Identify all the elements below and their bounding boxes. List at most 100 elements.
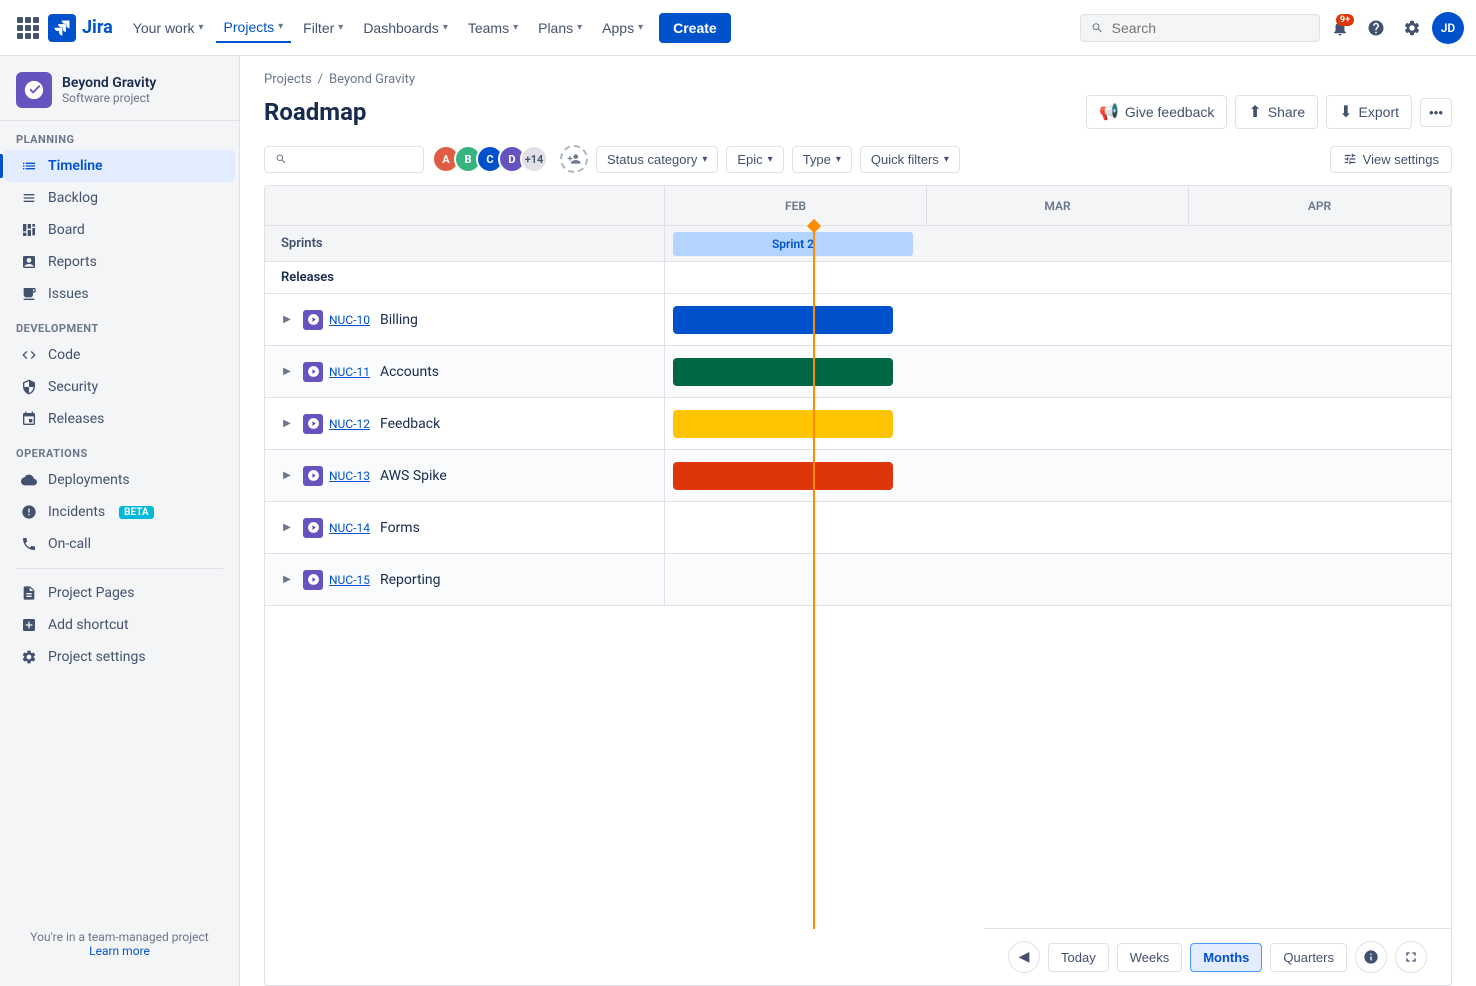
project-name: Beyond Gravity: [62, 75, 156, 91]
project-settings-icon: [20, 648, 38, 666]
gantt-bar-NUC-11[interactable]: [673, 358, 893, 386]
sidebar-item-code[interactable]: Code: [4, 339, 235, 371]
sidebar-item-deployments[interactable]: Deployments: [4, 464, 235, 496]
ops-section-label: OPERATIONS: [0, 435, 239, 464]
sidebar-item-security[interactable]: Security: [4, 371, 235, 403]
issue-name-NUC-13: AWS Spike: [380, 468, 447, 484]
sidebar-item-incidents[interactable]: Incidents BETA: [4, 496, 235, 528]
sidebar-item-project-settings[interactable]: Project settings: [4, 641, 235, 673]
view-settings-button[interactable]: View settings: [1330, 146, 1452, 173]
issue-id-NUC-14[interactable]: NUC-14: [329, 521, 370, 535]
sidebar-item-security-label: Security: [48, 379, 98, 395]
add-assignee-button[interactable]: [560, 145, 588, 173]
nav-dashboards[interactable]: Dashboards ▾: [355, 14, 456, 42]
issue-expand-NUC-11[interactable]: ▶: [277, 362, 297, 382]
nav-teams[interactable]: Teams ▾: [460, 14, 526, 42]
nav-filter[interactable]: Filter ▾: [295, 14, 351, 42]
security-icon: [20, 378, 38, 396]
learn-more-link[interactable]: Learn more: [89, 944, 150, 958]
gantt-bar-NUC-13[interactable]: [673, 462, 893, 490]
sidebar-item-oncall-label: On-call: [48, 536, 91, 552]
today-button[interactable]: Today: [1048, 943, 1109, 972]
gantt-bar-NUC-12[interactable]: [673, 410, 893, 438]
sidebar-item-issues-label: Issues: [48, 286, 89, 302]
issue-right-5: [665, 554, 1451, 605]
issue-expand-NUC-10[interactable]: ▶: [277, 310, 297, 330]
sidebar-item-project-pages[interactable]: Project Pages: [4, 577, 235, 609]
header-actions: 📢 Give feedback ⬆ Share ⬇ Export •••: [1086, 95, 1452, 129]
breadcrumb-projects-link[interactable]: Projects: [264, 72, 312, 87]
settings-icon: [1403, 19, 1421, 37]
sidebar-item-add-shortcut[interactable]: Add shortcut: [4, 609, 235, 641]
gantt-bar-NUC-10[interactable]: [673, 306, 893, 334]
sidebar-item-incidents-label: Incidents: [48, 504, 105, 520]
issue-expand-NUC-12[interactable]: ▶: [277, 414, 297, 434]
months-button[interactable]: Months: [1190, 943, 1262, 972]
quick-filters[interactable]: Quick filters ▾: [860, 146, 960, 173]
weeks-button[interactable]: Weeks: [1117, 943, 1183, 972]
sidebar-item-board[interactable]: Board: [4, 214, 235, 246]
info-button[interactable]: [1355, 941, 1387, 973]
project-info[interactable]: Beyond Gravity Software project: [0, 56, 239, 121]
epic-filter[interactable]: Epic ▾: [726, 146, 783, 173]
help-icon: [1367, 19, 1385, 37]
nav-apps[interactable]: Apps ▾: [594, 14, 651, 42]
toolbar: A B C D +14 Status category ▾ Epic ▾ Typ…: [240, 145, 1476, 185]
issue-expand-NUC-13[interactable]: ▶: [277, 466, 297, 486]
nav-your-work[interactable]: Your work ▾: [125, 14, 212, 42]
export-button[interactable]: ⬇ Export: [1326, 95, 1412, 129]
issue-id-NUC-11[interactable]: NUC-11: [329, 365, 370, 379]
create-button[interactable]: Create: [659, 13, 731, 43]
sidebar-item-backlog[interactable]: Backlog: [4, 182, 235, 214]
sidebar-item-reports[interactable]: Reports: [4, 246, 235, 278]
search-box[interactable]: [1080, 14, 1320, 42]
avatar-count[interactable]: +14: [520, 145, 548, 173]
month-mar: MAR: [927, 186, 1189, 225]
issue-expand-NUC-14[interactable]: ▶: [277, 518, 297, 538]
roadmap-search-input[interactable]: [293, 152, 413, 167]
issue-expand-NUC-15[interactable]: ▶: [277, 570, 297, 590]
sidebar-item-reports-label: Reports: [48, 254, 97, 270]
board-icon: [20, 221, 38, 239]
expand-button[interactable]: [1395, 941, 1427, 973]
share-button[interactable]: ⬆ Share: [1235, 95, 1318, 129]
issue-id-NUC-13[interactable]: NUC-13: [329, 469, 370, 483]
sidebar-item-timeline[interactable]: Timeline: [4, 150, 235, 182]
quarters-button[interactable]: Quarters: [1270, 943, 1347, 972]
sprint-bar[interactable]: Sprint 2: [673, 232, 913, 256]
breadcrumb-project-name-link[interactable]: Beyond Gravity: [329, 72, 415, 87]
releases-row: Releases: [265, 262, 1451, 294]
issue-icon-NUC-13: [303, 466, 323, 486]
nav-projects[interactable]: Projects ▾: [216, 13, 292, 43]
beta-badge: BETA: [119, 506, 154, 519]
give-feedback-button[interactable]: 📢 Give feedback: [1086, 95, 1227, 129]
issue-id-NUC-12[interactable]: NUC-12: [329, 417, 370, 431]
status-category-filter[interactable]: Status category ▾: [596, 146, 718, 173]
notification-badge: 9+: [1336, 14, 1354, 26]
bottom-bar: ◀ Today Weeks Months Quarters: [984, 928, 1451, 985]
type-filter[interactable]: Type ▾: [792, 146, 852, 173]
issue-icon-NUC-14: [303, 518, 323, 538]
notifications-button[interactable]: 9+: [1324, 12, 1356, 44]
nav-plans[interactable]: Plans ▾: [530, 14, 590, 42]
sidebar-item-issues[interactable]: Issues: [4, 278, 235, 310]
deployments-icon: [20, 471, 38, 489]
sidebar-item-oncall[interactable]: On-call: [4, 528, 235, 560]
app-switcher-button[interactable]: [12, 12, 44, 44]
help-button[interactable]: [1360, 12, 1392, 44]
issue-id-NUC-10[interactable]: NUC-10: [329, 313, 370, 327]
user-avatar[interactable]: JD: [1432, 12, 1464, 44]
jira-logo[interactable]: Jira: [48, 14, 113, 42]
more-button[interactable]: •••: [1420, 98, 1452, 127]
roadmap-search[interactable]: [264, 146, 424, 173]
issue-name-NUC-10: Billing: [380, 312, 418, 328]
issue-icon-NUC-11: [303, 362, 323, 382]
issue-id-NUC-15[interactable]: NUC-15: [329, 573, 370, 587]
prev-arrow[interactable]: ◀: [1008, 941, 1040, 973]
issue-right-2: [665, 398, 1451, 449]
sidebar-item-releases[interactable]: Releases: [4, 403, 235, 435]
settings-button[interactable]: [1396, 12, 1428, 44]
search-input[interactable]: [1112, 20, 1309, 36]
releases-right: [665, 262, 1451, 293]
issue-row: ▶ NUC-13 AWS Spike: [265, 450, 1451, 502]
